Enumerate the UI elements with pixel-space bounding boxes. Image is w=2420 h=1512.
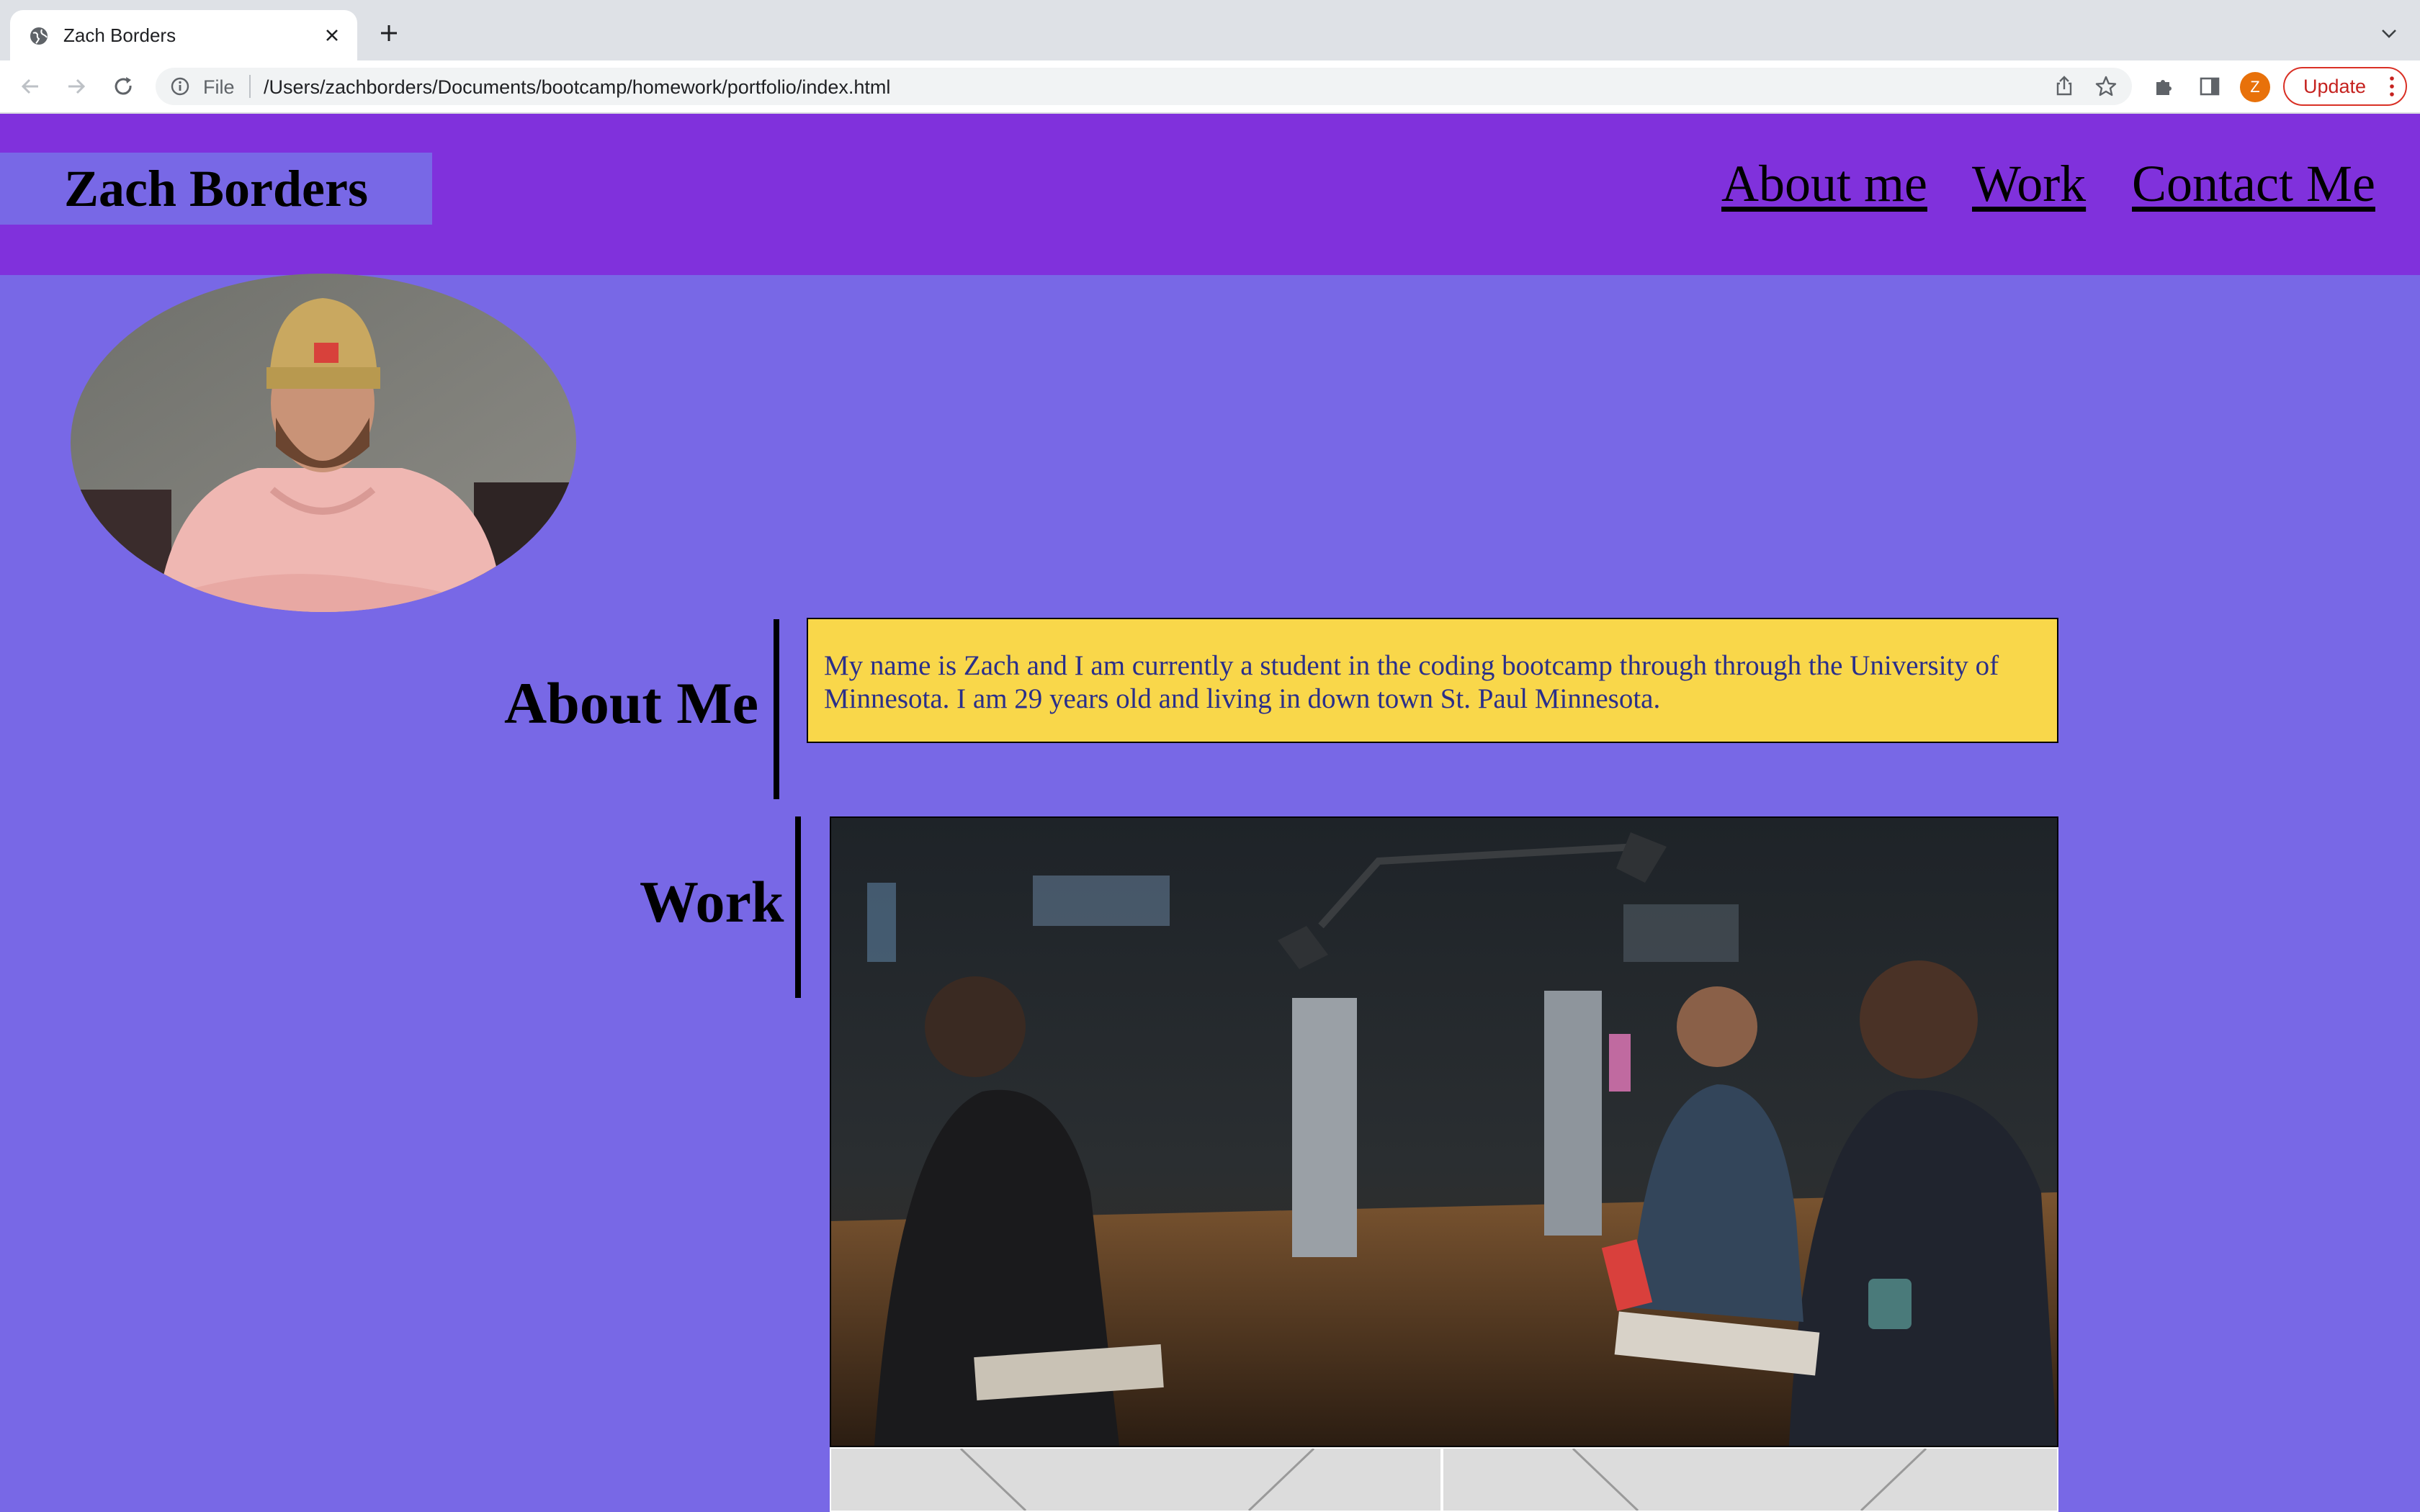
work-featured-image[interactable] (830, 816, 2058, 1447)
profile-photo (71, 274, 576, 612)
project-thumbnail-2[interactable] (1442, 1447, 2058, 1512)
globe-icon (30, 27, 48, 45)
about-me-text-box: My name is Zach and I am currently a stu… (807, 618, 2058, 743)
extensions-puzzle-icon[interactable] (2151, 73, 2177, 99)
back-arrow-icon[interactable] (14, 71, 46, 102)
browser-toolbar: File /Users/zachborders/Documents/bootca… (0, 60, 2420, 114)
work-divider (795, 816, 801, 998)
profile-avatar[interactable]: Z (2240, 72, 2270, 102)
nav-link-about-me[interactable]: About me (1721, 154, 1927, 214)
brand-box: Zach Borders (0, 153, 432, 225)
tab-title: Zach Borders (63, 24, 176, 46)
site-header: Zach Borders About me Work Contact Me (0, 114, 2420, 275)
nav-link-contact-me[interactable]: Contact Me (2132, 154, 2375, 214)
bookmark-star-icon[interactable] (2094, 75, 2118, 98)
project-thumbnail-1[interactable] (830, 1447, 1442, 1512)
update-button[interactable]: Update (2283, 67, 2407, 106)
url-text[interactable]: /Users/zachborders/Documents/bootcamp/ho… (264, 76, 890, 99)
about-me-text: My name is Zach and I am currently a stu… (824, 650, 1999, 714)
side-panel-icon[interactable] (2197, 73, 2223, 99)
work-heading: Work (640, 869, 784, 935)
site-name: Zach Borders (64, 159, 368, 217)
browser-tab-strip: Zach Borders (0, 0, 2420, 60)
new-tab-icon[interactable] (375, 19, 403, 48)
address-separator (249, 75, 251, 98)
more-menu-icon[interactable] (2388, 76, 2396, 97)
reload-icon[interactable] (108, 71, 140, 102)
about-divider (774, 619, 779, 799)
chevron-down-icon[interactable] (2377, 22, 2401, 46)
address-bar[interactable]: File /Users/zachborders/Documents/bootca… (156, 68, 2132, 105)
placeholder-image-icon (1572, 1449, 1927, 1511)
share-icon[interactable] (2053, 75, 2076, 98)
placeholder-image-icon (959, 1449, 1315, 1511)
browser-tab[interactable]: Zach Borders (10, 10, 357, 60)
url-scheme-label: File (203, 76, 235, 98)
nav-link-work[interactable]: Work (1972, 154, 2086, 214)
info-icon[interactable] (170, 76, 190, 96)
profile-photo-image (71, 274, 576, 612)
update-button-label: Update (2303, 75, 2367, 97)
about-me-heading: About Me (504, 670, 759, 736)
close-tab-icon[interactable] (320, 23, 344, 48)
forward-arrow-icon[interactable] (60, 71, 92, 102)
office-photo (831, 818, 2057, 1446)
